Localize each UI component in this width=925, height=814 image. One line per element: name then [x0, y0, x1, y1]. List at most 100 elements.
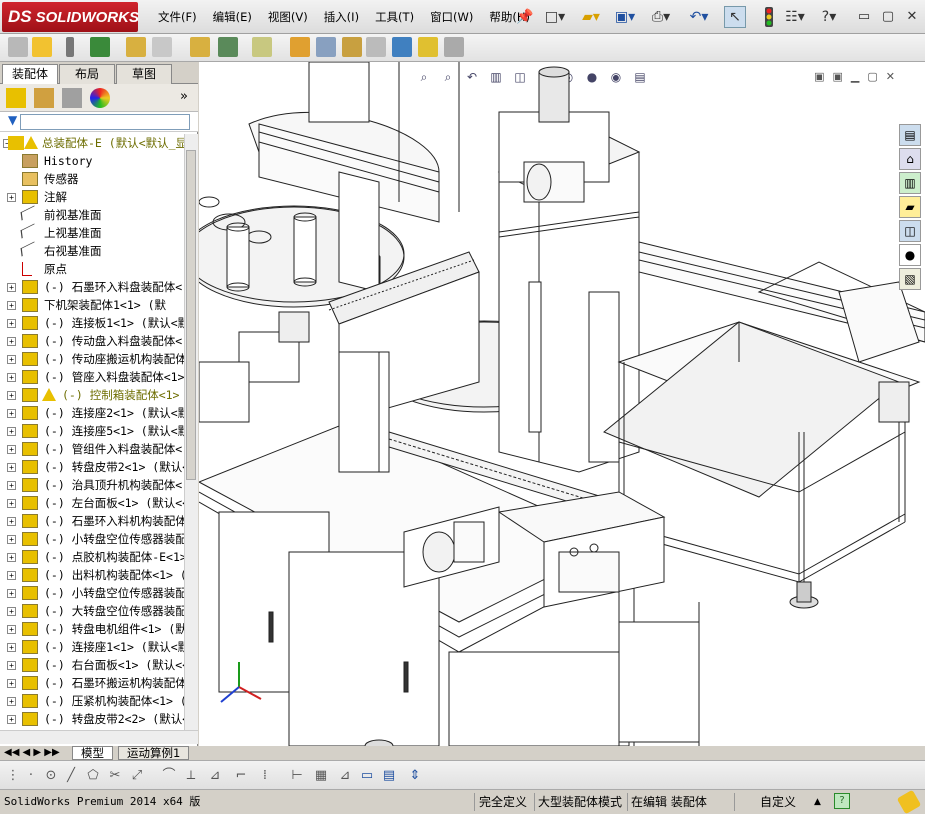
quick-tips-icon[interactable]	[896, 789, 922, 814]
table-icon[interactable]: ▤	[380, 767, 398, 785]
tab-model[interactable]: 模型	[72, 746, 113, 760]
tree-node[interactable]: + (-) 出料机构装配体<1> (	[0, 566, 184, 584]
insert-component-icon[interactable]	[8, 37, 28, 57]
expand-icon[interactable]: +	[7, 355, 16, 364]
tree-node[interactable]: + (-) 控制箱装配体<1>	[0, 386, 184, 404]
tree-node[interactable]: + (-) 连接板1<1> (默认<默	[0, 314, 184, 332]
offset-icon[interactable]: ⌒	[160, 767, 178, 785]
help-icon[interactable]: ?▾	[818, 6, 840, 28]
fillet-icon[interactable]: ⌐	[232, 767, 250, 785]
smart-fasteners-icon[interactable]	[126, 37, 146, 57]
menu-edit[interactable]: 编辑(E)	[205, 9, 260, 25]
tree-node[interactable]: + (-) 管座入料盘装配体<1>	[0, 368, 184, 386]
tree-node[interactable]: + (-) 压紧机构装配体<1> (	[0, 692, 184, 710]
expand-icon[interactable]: +	[7, 571, 16, 580]
save-icon[interactable]: ▣▾	[614, 6, 636, 28]
expand-icon[interactable]: +	[7, 337, 16, 346]
tree-node[interactable]: History	[0, 152, 184, 170]
tree-node[interactable]: 右视基准面	[0, 241, 184, 260]
display-manager-icon[interactable]	[90, 88, 110, 108]
tree-node[interactable]: + (-) 石墨环入料机构装配体	[0, 512, 184, 530]
line-icon[interactable]: ╱	[62, 767, 80, 785]
tab-motion-study[interactable]: 运动算例1	[118, 746, 190, 760]
tree-node[interactable]: + 注解	[0, 188, 184, 206]
expand-icon[interactable]: +	[7, 409, 16, 418]
filter-icon[interactable]: ▼	[8, 113, 17, 127]
solidworks-logo[interactable]: DS SOLIDWORKS	[2, 2, 139, 32]
new-document-icon[interactable]: □▾	[544, 6, 566, 28]
tree-node[interactable]: + (-) 转盘皮带2<1> (默认<	[0, 458, 184, 476]
expand-icon[interactable]: +	[7, 589, 16, 598]
expand-icon[interactable]: +	[7, 463, 16, 472]
tree-node[interactable]: 前视基准面	[0, 205, 184, 224]
linear-pattern-icon[interactable]	[90, 37, 110, 57]
pin-icon[interactable]: 📌	[514, 6, 536, 28]
open-icon[interactable]: ▰▾	[580, 6, 602, 28]
expand-icon[interactable]: +	[7, 445, 16, 454]
instant3d-icon[interactable]	[444, 37, 464, 57]
tree-node[interactable]: + (-) 转盘电机组件<1> (默	[0, 620, 184, 638]
expand-icon[interactable]: +	[7, 679, 16, 688]
tree-node[interactable]: + (-) 传动座搬运机构装配体	[0, 350, 184, 368]
options-icon[interactable]: ☷▾	[784, 6, 806, 28]
expand-icon[interactable]: +	[7, 607, 16, 616]
tree-root[interactable]: − 总装配体-E (默认<默认_显	[0, 134, 184, 152]
expand-icon[interactable]: +	[7, 697, 16, 706]
rectangle-icon[interactable]: ▭	[358, 767, 376, 785]
tree-node[interactable]: + (-) 小转盘空位传感器装配	[0, 584, 184, 602]
tree-node[interactable]: + (-) 连接座1<1> (默认<默	[0, 638, 184, 656]
undo-icon[interactable]: ↶▾	[688, 6, 710, 28]
tree-node[interactable]: + (-) 点胶机构装配体-E<1>	[0, 548, 184, 566]
grid-snap-icon[interactable]: ⁞	[256, 767, 274, 785]
tree-node[interactable]: + 下机架装配体1<1> (默	[0, 296, 184, 314]
view-palette-icon[interactable]: ◫	[899, 220, 921, 242]
home-icon[interactable]: ⌂	[899, 148, 921, 170]
tree-node[interactable]: + (-) 连接座2<1> (默认<默	[0, 404, 184, 422]
trim-icon[interactable]: ✂	[106, 767, 124, 785]
tab-scroll-icons[interactable]: ◀◀ ◀ ▶ ▶▶	[4, 747, 60, 758]
convert-entities-icon[interactable]: ⊿	[206, 767, 224, 785]
tree-node[interactable]: + (-) 石墨环搬运机构装配体	[0, 674, 184, 692]
units-selector[interactable]: 自定义	[760, 793, 796, 811]
file-explorer-icon[interactable]: ▰	[899, 196, 921, 218]
clearance-verification-icon[interactable]	[418, 37, 438, 57]
tree-node[interactable]: + (-) 右台面板<1> (默认<<	[0, 656, 184, 674]
mate-icon[interactable]	[66, 37, 74, 57]
expand-icon[interactable]: +	[7, 427, 16, 436]
expand-icon[interactable]: +	[7, 391, 16, 400]
tree-node[interactable]: + (-) 小转盘空位传感器装配	[0, 530, 184, 548]
scrollbar-thumb[interactable]	[186, 150, 196, 480]
tab-sketch[interactable]: 草图	[116, 64, 172, 84]
tree-node[interactable]: + (-) 左台面板<1> (默认<<	[0, 494, 184, 512]
bill-of-materials-icon[interactable]	[316, 37, 336, 57]
expand-icon[interactable]: +	[7, 661, 16, 670]
menu-tools[interactable]: 工具(T)	[367, 9, 422, 25]
expand-icon[interactable]: +	[7, 517, 16, 526]
expand-icon[interactable]: +	[7, 715, 16, 724]
graphics-area[interactable]: ⌕ ⌕ ↶ ▥ ◫ ◧ ◎ ● ◉ ▤ ▣ ▣ ▁ ▢ ✕	[199, 62, 925, 746]
units-dropdown-icon[interactable]: ▲	[814, 793, 821, 811]
tree-node[interactable]: 上视基准面	[0, 223, 184, 242]
tree-node[interactable]: + (-) 石墨环入料盘装配体<	[0, 278, 184, 296]
menu-view[interactable]: 视图(V)	[260, 9, 316, 25]
menu-insert[interactable]: 插入(I)	[316, 9, 367, 25]
close-icon[interactable]: ✕	[901, 6, 923, 26]
expand-icon[interactable]: +	[7, 553, 16, 562]
tree-node[interactable]: 原点	[0, 260, 184, 278]
circle-icon[interactable]: ⊙	[42, 767, 60, 785]
new-part-icon[interactable]	[32, 37, 52, 57]
expand-icon[interactable]: +	[7, 193, 16, 202]
expand-icon[interactable]: +	[7, 283, 16, 292]
minimize-icon[interactable]: ▭	[853, 6, 875, 26]
restore-icon[interactable]: ▢	[877, 6, 899, 26]
polygon-icon[interactable]: ⬠	[84, 767, 102, 785]
configuration-manager-icon[interactable]	[62, 88, 82, 108]
dimension-icon[interactable]: ⊢	[288, 767, 306, 785]
menu-window[interactable]: 窗口(W)	[422, 9, 481, 25]
exploded-view-icon[interactable]	[342, 37, 362, 57]
tree-node[interactable]: + (-) 传动盘入料盘装配体<	[0, 332, 184, 350]
tab-assembly[interactable]: 装配体	[2, 64, 58, 84]
relations-icon[interactable]: ⊿	[336, 767, 354, 785]
expand-panel-icon[interactable]: »	[180, 89, 188, 104]
mirror-icon[interactable]: ⟂	[182, 767, 200, 785]
